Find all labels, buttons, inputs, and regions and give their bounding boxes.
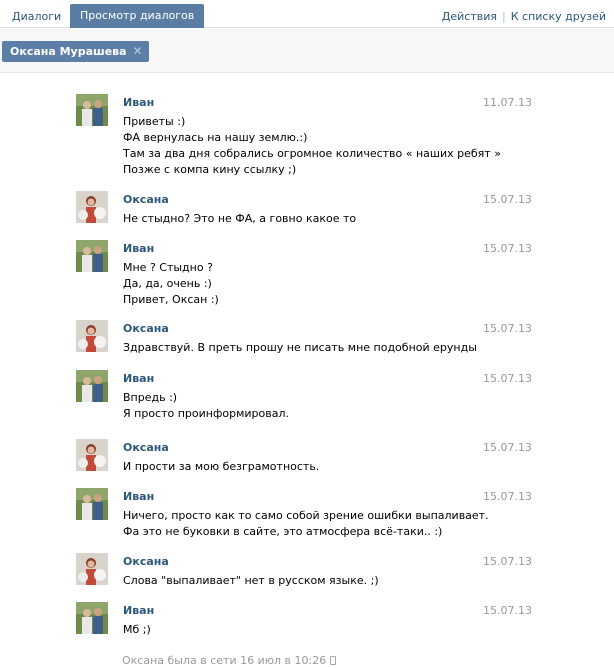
message-author[interactable]: Иван — [123, 490, 154, 503]
message-date[interactable]: 15.07.13 — [483, 441, 532, 454]
actions-link[interactable]: Действия — [442, 10, 497, 23]
avatar-ivan[interactable] — [76, 370, 108, 402]
message-line: ФА вернулась на нашу землю.:) — [123, 131, 308, 144]
message-date[interactable]: 15.07.13 — [483, 193, 532, 206]
message-line: Слова "выпаливает" нет в русском языке. … — [123, 574, 379, 587]
avatar-ivan[interactable] — [76, 602, 108, 634]
message-text: Приветы :) ФА вернулась на нашу землю.:) Т… — [123, 114, 503, 178]
message-author[interactable]: Иван — [123, 372, 154, 385]
message-date[interactable]: 15.07.13 — [483, 322, 532, 335]
message-text: Слова "выпаливает" нет в русском языке. … — [123, 573, 503, 589]
message-line: Мне ? Стыдно ? — [123, 261, 213, 274]
message-text: И прости за мою безграмотность. — [123, 459, 503, 475]
avatar-oksana[interactable] — [76, 320, 108, 352]
tab-view-dialogs[interactable]: Просмотр диалогов — [70, 4, 205, 28]
top-actions: Действия | К списку друзей — [442, 10, 606, 23]
message-line: Впредь :) — [123, 391, 178, 404]
avatar-oksana[interactable] — [76, 553, 108, 585]
message-text: Мне ? Стыдно ? Да, да, очень :) Привет, Ок… — [123, 260, 503, 308]
online-status: Оксана была в сети 16 июл в 10:26 — [122, 654, 337, 667]
friends-list-link[interactable]: К списку друзей — [511, 10, 606, 23]
avatar-oksana[interactable] — [76, 191, 108, 223]
tab-dialogs[interactable]: Диалоги — [3, 6, 70, 28]
message-date[interactable]: 15.07.13 — [483, 490, 532, 503]
message-date[interactable]: 15.07.13 — [483, 242, 532, 255]
message-date[interactable]: 15.07.13 — [483, 372, 532, 385]
message-line: Не стыдно? Это не ФА, а говно какое то — [123, 212, 357, 225]
message-text: Не стыдно? Это не ФА, а говно какое то — [123, 211, 503, 227]
message-line: Позже с компа кину ссылку ;) — [123, 163, 297, 176]
actions-separator: | — [502, 10, 506, 23]
avatar-ivan[interactable] — [76, 94, 108, 126]
message-text: Ничего, просто как то само собой зрение … — [123, 508, 503, 540]
message-line: Привет, Оксан :) — [123, 293, 219, 306]
message-author[interactable]: Иван — [123, 96, 154, 109]
message-text: Впредь :) Я просто проинформировал. — [123, 390, 503, 422]
message-line: Фа это не буковки в сайте, это атмосфера… — [123, 525, 443, 538]
message-text: Здравствуй. В преть прошу не писать мне … — [123, 340, 503, 356]
message-date[interactable]: 11.07.13 — [483, 96, 532, 109]
message-author[interactable]: Иван — [123, 242, 154, 255]
chip-label: Оксана Мурашева — [10, 45, 127, 58]
message-line: Ничего, просто как то само собой зрение … — [123, 509, 489, 522]
phone-icon — [330, 656, 337, 665]
message-author[interactable]: Оксана — [123, 441, 169, 454]
message-line: Здравствуй. В преть прошу не писать мне … — [123, 341, 477, 354]
message-author[interactable]: Оксана — [123, 555, 169, 568]
message-author[interactable]: Иван — [123, 604, 154, 617]
message-line: Там за два дня собрались огромное количе… — [123, 147, 501, 160]
message-line: Мб ;) — [123, 623, 151, 636]
online-status-text: Оксана была в сети 16 июл в 10:26 — [122, 654, 327, 667]
avatar-ivan[interactable] — [76, 488, 108, 520]
message-line: И прости за мою безграмотность. — [123, 460, 320, 473]
avatar-oksana[interactable] — [76, 439, 108, 471]
message-text: Мб ;) — [123, 622, 503, 638]
message-line: Приветы :) — [123, 115, 186, 128]
close-icon[interactable]: ✕ — [133, 41, 143, 62]
avatar-ivan[interactable] — [76, 240, 108, 272]
filter-bar: Оксана Мурашева ✕ — [0, 29, 614, 73]
tab-bar: Диалоги Просмотр диалогов Действия | К спи… — [0, 0, 614, 28]
message-author[interactable]: Оксана — [123, 193, 169, 206]
message-line: Да, да, очень :) — [123, 277, 212, 290]
message-author[interactable]: Оксана — [123, 322, 169, 335]
user-filter-chip[interactable]: Оксана Мурашева ✕ — [2, 41, 149, 62]
message-line: Я просто проинформировал. — [123, 407, 289, 420]
message-date[interactable]: 15.07.13 — [483, 604, 532, 617]
message-date[interactable]: 15.07.13 — [483, 555, 532, 568]
